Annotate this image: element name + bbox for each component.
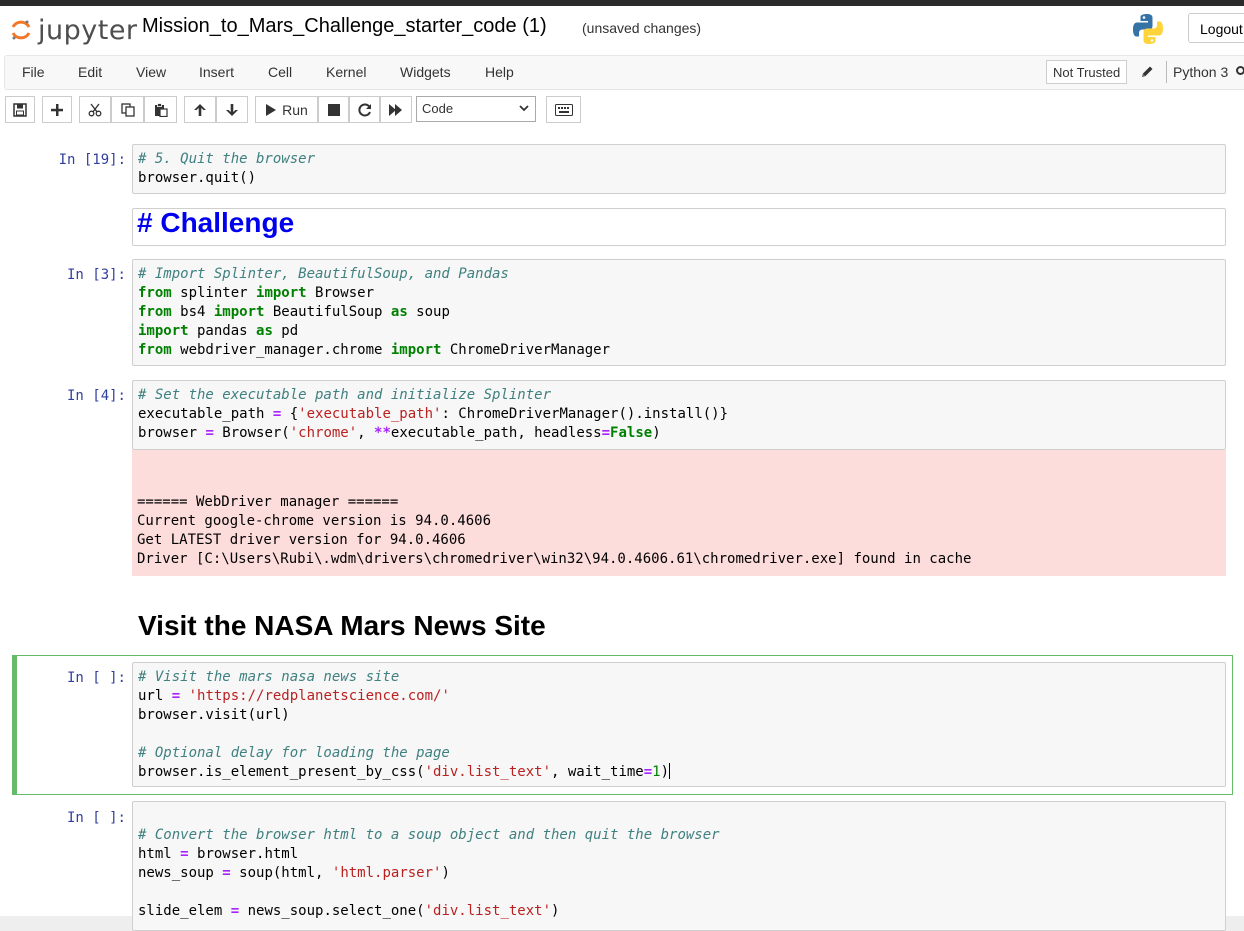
menu-widgets[interactable]: Widgets <box>400 64 451 80</box>
cell-type-select[interactable]: Code <box>416 96 536 122</box>
arrow-up-icon <box>194 103 206 116</box>
jupyter-logo-icon <box>11 20 31 40</box>
markdown-heading-nasa-news: Visit the NASA Mars News Site <box>138 610 546 641</box>
text-cursor <box>669 762 671 779</box>
copy-icon <box>120 102 135 117</box>
plus-icon <box>51 103 63 116</box>
markdown-heading-challenge: # Challenge <box>137 207 295 238</box>
scissors-icon <box>88 103 102 116</box>
menu-cell[interactable]: Cell <box>268 64 292 80</box>
kernel-separator <box>1166 61 1167 83</box>
code-text: # Visit the mars nasa news site url = 'h… <box>138 669 671 780</box>
copy-button[interactable] <box>111 96 144 123</box>
cell-prompt: In [ ]: <box>66 670 126 686</box>
kernel-indicator-icon <box>1236 66 1244 75</box>
menu-view[interactable]: View <box>136 64 166 80</box>
code-cell-input[interactable]: # Convert the browser html to a soup obj… <box>132 801 1226 931</box>
arrow-down-icon <box>226 103 238 116</box>
interrupt-button[interactable] <box>318 96 349 123</box>
stop-icon <box>327 103 340 116</box>
notebook-title[interactable]: Mission_to_Mars_Challenge_starter_code (… <box>142 15 547 38</box>
chevron-down-icon <box>519 105 529 112</box>
keyboard-icon <box>554 103 573 116</box>
save-icon <box>13 102 27 117</box>
code-text: # Import Splinter, BeautifulSoup, and Pa… <box>138 266 611 358</box>
cell-prompt: In [3]: <box>66 267 126 283</box>
play-icon <box>266 103 277 116</box>
run-label: Run <box>282 101 308 118</box>
restart-button[interactable] <box>349 96 380 123</box>
restart-icon <box>357 103 371 116</box>
cell-prompt: In [ ]: <box>66 810 126 826</box>
jupyter-logo[interactable]: jupyter <box>8 14 137 46</box>
header: jupyter Mission_to_Mars_Challenge_starte… <box>0 6 1244 54</box>
menu-kernel[interactable]: Kernel <box>326 64 366 80</box>
code-cell-input[interactable]: # Set the executable path and initialize… <box>132 380 1226 450</box>
toolbar: Run <box>0 90 1244 128</box>
markdown-cell-editing[interactable] <box>132 208 1226 246</box>
cell-prompt: In [4]: <box>66 388 126 404</box>
pencil-icon[interactable] <box>1139 64 1155 80</box>
cell-output-stderr: ====== WebDriver manager ====== Current … <box>132 450 1226 576</box>
logout-button[interactable]: Logout <box>1188 13 1244 43</box>
menu-edit[interactable]: Edit <box>78 64 102 80</box>
code-cell-input[interactable]: # 5. Quit the browser browser.quit() <box>132 144 1226 194</box>
code-cell-input[interactable]: # Import Splinter, BeautifulSoup, and Pa… <box>132 259 1226 366</box>
cell-prompt: In [19]: <box>58 152 126 168</box>
jupyter-wordmark: jupyter <box>38 15 138 46</box>
save-button[interactable] <box>5 96 35 123</box>
not-trusted-button[interactable]: Not Trusted <box>1046 60 1128 84</box>
restart-run-all-button[interactable] <box>380 96 412 123</box>
menu-help[interactable]: Help <box>485 64 514 80</box>
move-up-button[interactable] <box>184 96 216 123</box>
menu-insert[interactable]: Insert <box>199 64 234 80</box>
notebook-area: In [19]: # 5. Quit the browser browser.q… <box>0 128 1244 931</box>
cut-button[interactable] <box>79 96 111 123</box>
code-text: # 5. Quit the browser browser.quit() <box>138 151 316 186</box>
code-text: # Set the executable path and initialize… <box>138 387 729 441</box>
save-status: (unsaved changes) <box>582 20 702 36</box>
menu-file[interactable]: File <box>22 64 45 80</box>
code-cell-input-active[interactable]: # Visit the mars nasa news site url = 'h… <box>132 662 1226 787</box>
paste-icon <box>154 102 168 117</box>
insert-cell-button[interactable] <box>42 96 72 123</box>
command-palette-button[interactable] <box>546 96 581 123</box>
fast-forward-icon <box>389 103 402 116</box>
run-button[interactable]: Run <box>255 96 318 123</box>
move-down-button[interactable] <box>216 96 248 123</box>
code-text: # Convert the browser html to a soup obj… <box>138 827 720 919</box>
output-text: ====== WebDriver manager ====== Current … <box>137 494 972 567</box>
python-logo <box>1133 14 1163 44</box>
kernel-name[interactable]: Python 3 <box>1173 64 1228 80</box>
cell-type-value: Code <box>422 101 454 116</box>
paste-button[interactable] <box>144 96 177 123</box>
